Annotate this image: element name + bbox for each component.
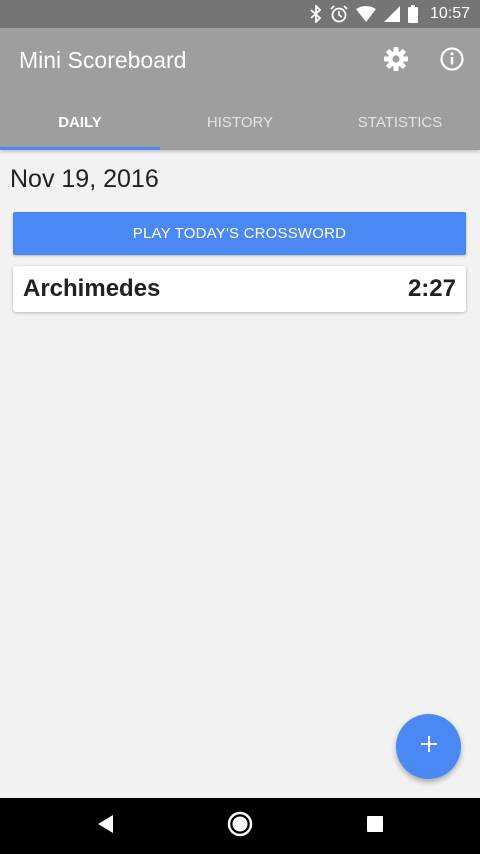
play-crossword-button[interactable]: PLAY TODAY'S CROSSWORD: [13, 212, 466, 255]
status-time: 10:57: [429, 5, 470, 22]
back-icon: [95, 813, 115, 840]
recents-icon: [365, 814, 385, 839]
info-icon: [439, 46, 465, 77]
cell-signal-icon: [383, 6, 400, 22]
gear-icon: [383, 46, 409, 77]
battery-icon: [407, 5, 418, 23]
date-label: Nov 19, 2016: [10, 165, 159, 193]
app-bar: Mini Scoreboard: [0, 28, 480, 94]
app-title: Mini Scoreboard: [19, 47, 187, 73]
nav-home-button[interactable]: [224, 810, 256, 842]
tab-bar: DAILY HISTORY STATISTICS: [0, 94, 480, 150]
tab-history[interactable]: HISTORY: [160, 94, 320, 150]
home-icon: [226, 810, 254, 843]
score-player-name: Archimedes: [23, 275, 161, 302]
score-time: 2:27: [407, 275, 456, 302]
add-score-button[interactable]: [396, 714, 461, 779]
bluetooth-icon: [310, 5, 322, 23]
screen: 10:57 Mini Scoreboard DAILY HISTORY STAT…: [0, 0, 480, 854]
alarm-icon: [330, 5, 348, 23]
nav-bar: [0, 798, 480, 854]
nav-back-button[interactable]: [89, 810, 121, 842]
nav-recents-button[interactable]: [359, 810, 391, 842]
tab-statistics[interactable]: STATISTICS: [320, 94, 480, 150]
tab-daily[interactable]: DAILY: [0, 94, 160, 150]
wifi-icon: [355, 6, 376, 22]
score-card[interactable]: Archimedes 2:27: [13, 266, 466, 312]
plus-icon: [419, 734, 439, 759]
status-bar: 10:57: [0, 0, 480, 28]
info-button[interactable]: [436, 45, 468, 77]
settings-button[interactable]: [380, 45, 412, 77]
